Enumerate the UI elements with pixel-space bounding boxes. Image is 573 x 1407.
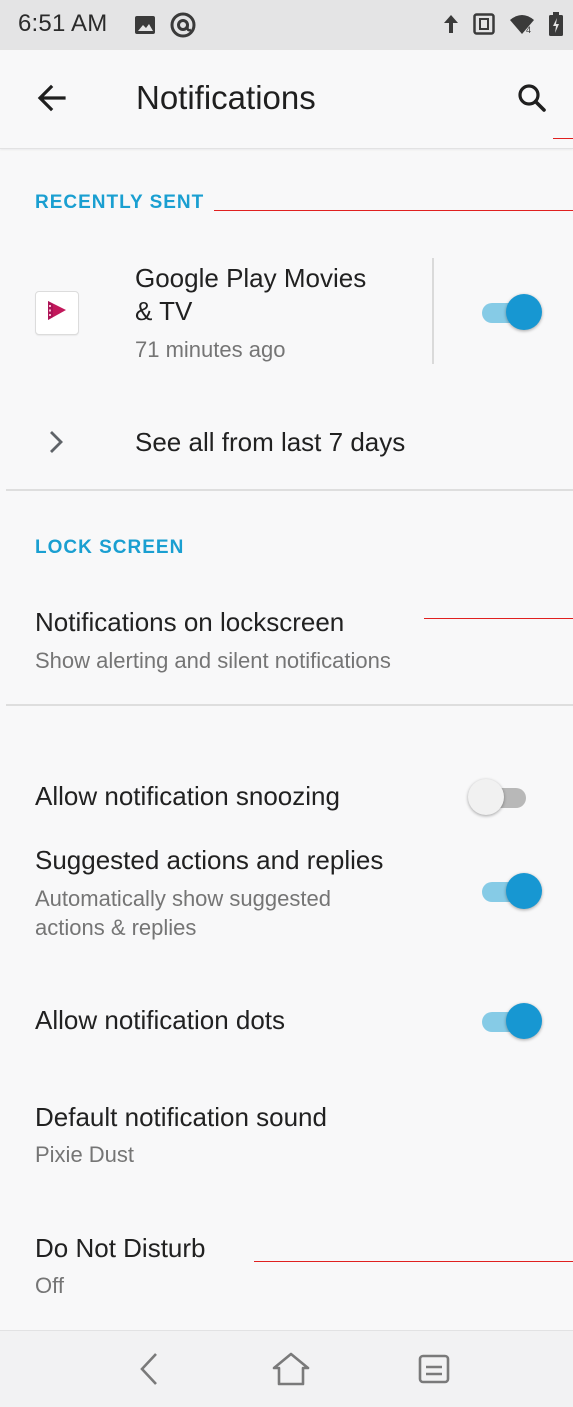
svg-text:4: 4 xyxy=(526,25,531,35)
suggested-title: Suggested actions and replies xyxy=(35,845,384,875)
suggested-summary: Automatically show suggested actions & r… xyxy=(35,884,331,942)
recent-app-name-line2: & TV xyxy=(135,296,193,326)
annotation-line xyxy=(553,138,573,139)
arrow-left-icon xyxy=(35,81,69,120)
section-header-lock-screen: LOCK SCREEN xyxy=(35,537,185,558)
nav-back-icon xyxy=(135,1351,165,1392)
recent-app-name[interactable]: Google Play Movies & TV xyxy=(135,262,366,328)
search-button[interactable] xyxy=(510,78,554,122)
nav-home-button[interactable] xyxy=(269,1349,313,1393)
play-movies-icon xyxy=(45,299,69,328)
recent-app-toggle[interactable] xyxy=(480,292,542,332)
status-right-icons: 4 xyxy=(443,12,563,41)
status-time: 6:51 AM xyxy=(18,10,108,37)
dnd-title: Do Not Disturb xyxy=(35,1233,206,1263)
nfc-icon xyxy=(473,13,495,40)
app-icon-google-play-movies xyxy=(35,291,79,335)
suggested-toggle[interactable] xyxy=(480,871,542,911)
section-divider xyxy=(6,489,573,491)
dots-toggle[interactable] xyxy=(480,1001,542,1041)
snoozing-toggle[interactable] xyxy=(468,777,530,817)
toggle-thumb xyxy=(468,779,504,815)
chevron-right-icon xyxy=(46,427,66,462)
toggle-thumb xyxy=(506,1003,542,1039)
status-left-icons xyxy=(134,12,196,43)
lockscreen-summary: Show alerting and silent notifications xyxy=(35,648,391,673)
annotation-line xyxy=(214,210,573,211)
recent-app-name-line1: Google Play Movies xyxy=(135,263,367,293)
snoozing-title: Allow notification snoozing xyxy=(35,781,340,811)
lockscreen-notifications-row[interactable]: Notifications on lockscreen Show alertin… xyxy=(0,595,573,690)
recent-app-time: 71 minutes ago xyxy=(135,337,286,362)
app-bar: Notifications xyxy=(0,50,573,149)
section-divider xyxy=(6,704,573,706)
toggle-thumb xyxy=(506,873,542,909)
see-all-label: See all from last 7 days xyxy=(135,427,406,457)
upload-arrow-icon xyxy=(443,13,459,40)
lockscreen-title: Notifications on lockscreen xyxy=(35,607,345,637)
wifi-icon: 4 xyxy=(509,13,535,40)
nav-recents-button[interactable] xyxy=(412,1349,456,1393)
sound-title: Default notification sound xyxy=(35,1102,327,1132)
vertical-separator xyxy=(432,258,434,364)
see-all-row[interactable]: See all from last 7 days xyxy=(0,405,573,481)
back-button[interactable] xyxy=(30,78,74,122)
toggle-thumb xyxy=(506,294,542,330)
nav-home-icon xyxy=(271,1351,311,1392)
dots-title: Allow notification dots xyxy=(35,1005,286,1035)
annotation-line xyxy=(424,618,573,619)
notifications-settings-screen: 6:51 AM 4 Notifications RECENTLY SENT Go… xyxy=(0,0,573,1407)
navigation-bar xyxy=(0,1330,573,1407)
nav-back-button[interactable] xyxy=(128,1349,172,1393)
nav-recents-icon xyxy=(416,1352,452,1391)
status-bar: 6:51 AM 4 xyxy=(0,0,573,50)
dnd-value: Off xyxy=(35,1273,64,1298)
default-sound-row[interactable]: Default notification sound Pixie Dust xyxy=(0,1090,573,1180)
suggested-summary-line1: Automatically show suggested xyxy=(35,886,331,911)
do-not-disturb-row[interactable]: Do Not Disturb Off xyxy=(0,1221,573,1311)
search-icon xyxy=(516,82,548,119)
at-sign-icon xyxy=(170,12,196,43)
section-header-recently-sent: RECENTLY SENT xyxy=(35,192,205,213)
annotation-line xyxy=(254,1261,573,1262)
page-title: Notifications xyxy=(136,79,316,116)
battery-charging-icon xyxy=(549,12,563,41)
suggested-summary-line2: actions & replies xyxy=(35,915,197,940)
sound-value: Pixie Dust xyxy=(35,1142,135,1167)
image-icon xyxy=(134,14,156,41)
